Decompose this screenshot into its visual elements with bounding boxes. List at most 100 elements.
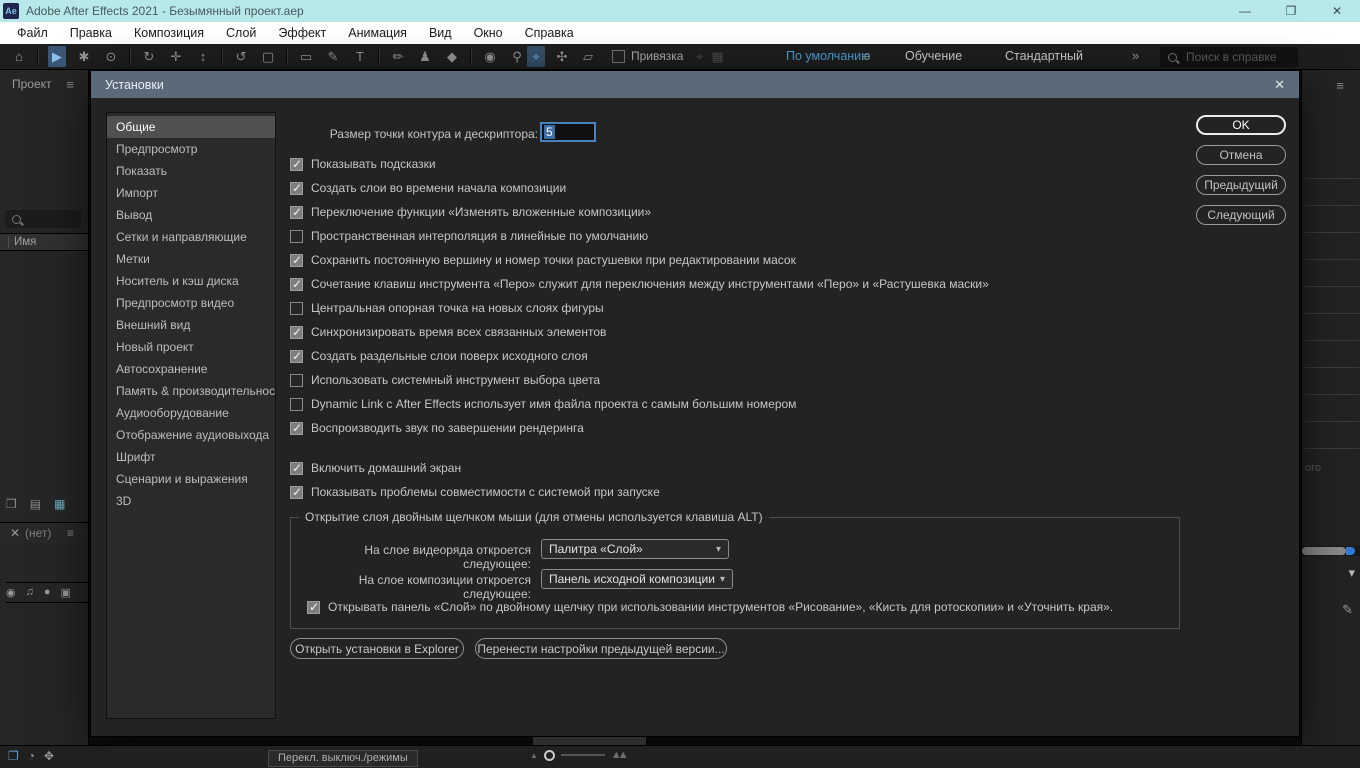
timeline-zoom-control[interactable]: ▲ ▲▲ (530, 749, 625, 761)
roto-brush-tool-icon[interactable]: ◉ (481, 46, 499, 67)
menu-item[interactable]: Справка (514, 26, 585, 40)
option-row[interactable]: Центральная опорная точка на новых слоях… (290, 300, 989, 316)
comp-marker-icon[interactable]: ▾ (1348, 565, 1355, 581)
help-search-input[interactable] (1184, 49, 1288, 65)
menu-item[interactable]: Анимация (337, 26, 418, 40)
footage-layer-select[interactable]: Палитра «Слой» ▾ (541, 539, 729, 559)
type-tool-icon[interactable]: T (351, 46, 369, 67)
checkbox[interactable] (290, 486, 303, 499)
checkbox[interactable] (290, 158, 303, 171)
option-row[interactable]: Сочетание клавиш инструмента «Перо» служ… (290, 276, 989, 292)
category-item[interactable]: Отображение аудиовыхода (107, 424, 275, 446)
eraser-tool-icon[interactable]: ◆ (443, 46, 461, 67)
tool-button[interactable] (129, 49, 131, 65)
category-item[interactable]: Предпросмотр видео (107, 292, 275, 314)
project-depth-icon[interactable]: ❒ (6, 497, 17, 511)
workspace-overflow-icon[interactable]: » (1132, 48, 1137, 63)
audio-icon[interactable]: ♫ (26, 586, 34, 599)
panel-menu-icon[interactable]: ≡ (1336, 78, 1344, 93)
checkbox[interactable] (290, 374, 303, 387)
checkbox[interactable] (290, 398, 303, 411)
open-prefs-in-explorer-button[interactable]: Открыть установки в Explorer (290, 638, 464, 659)
option-row[interactable]: Показывать подсказки (290, 156, 989, 172)
project-panel-tab[interactable]: Проект (12, 77, 52, 91)
category-item[interactable]: Показать (107, 160, 275, 182)
pan-behind-tool-icon[interactable]: ✛ (167, 46, 185, 67)
eye-icon[interactable]: ◉ (6, 586, 16, 599)
category-item[interactable]: Вывод (107, 204, 275, 226)
new-composition-icon[interactable]: ▦ (54, 497, 65, 511)
home-icon[interactable]: ⌂ (10, 46, 28, 67)
region-of-interest-tool-icon[interactable]: ▢ (259, 46, 277, 67)
workspace-tab-standard[interactable]: Стандартный (1005, 49, 1083, 63)
option-row[interactable]: Переключение функции «Изменять вложенные… (290, 204, 989, 220)
solo-icon[interactable]: ● (44, 586, 51, 599)
lock-icon[interactable]: ▣ (61, 586, 71, 599)
checkbox[interactable] (290, 206, 303, 219)
frame-blending-icon[interactable]: ❐ (8, 749, 19, 763)
panel-menu-icon[interactable]: ≡ (66, 77, 74, 92)
menu-item[interactable]: Файл (6, 26, 59, 40)
workspace-tab-default[interactable]: По умолчанию (786, 49, 871, 63)
zoom-in-icon[interactable]: ▲▲ (611, 749, 625, 761)
category-item[interactable]: Аудиооборудование (107, 402, 275, 424)
project-search-box[interactable] (5, 210, 81, 228)
tool-button[interactable] (37, 49, 39, 65)
option-row[interactable]: Воспроизводить звук по завершении рендер… (290, 420, 989, 436)
zoom-out-icon[interactable]: ▲ (530, 751, 538, 760)
checkbox[interactable] (290, 230, 303, 243)
category-item[interactable]: 3D (107, 490, 275, 512)
ok-button[interactable]: OK (1196, 115, 1286, 135)
scrollbar-thumb[interactable] (1302, 547, 1346, 555)
checkbox[interactable] (290, 302, 303, 315)
checkbox[interactable] (290, 182, 303, 195)
pen-tool-icon[interactable]: ✎ (324, 46, 342, 67)
graph-editor-icon[interactable]: ✎ (1342, 602, 1353, 618)
category-item[interactable]: Внешний вид (107, 314, 275, 336)
snap-checkbox[interactable] (612, 50, 625, 63)
mask-visibility-icon[interactable]: ⌖ (696, 46, 703, 67)
checkbox[interactable] (290, 350, 303, 363)
option-row[interactable]: Dynamic Link с After Effects использует … (290, 396, 989, 412)
menu-item[interactable]: Правка (59, 26, 123, 40)
category-item[interactable]: Сценарии и выражения (107, 468, 275, 490)
close-button[interactable]: ✕ (1314, 0, 1360, 22)
option-row[interactable]: Показывать проблемы совместимости с сист… (290, 484, 989, 500)
option-row[interactable]: Использовать системный инструмент выбора… (290, 372, 989, 388)
panel-menu-icon[interactable]: ≡ (67, 523, 74, 543)
option-row[interactable]: Включить домашний экран (290, 460, 989, 476)
menu-item[interactable]: Окно (463, 26, 514, 40)
option-row[interactable]: Пространственная интерполяция в линейные… (290, 228, 989, 244)
menu-item[interactable]: Слой (215, 26, 267, 40)
open-layer-panel-option[interactable]: Открывать панель «Слой» по двойному щелч… (307, 600, 1113, 614)
grid-options-icon[interactable]: ▦ (711, 46, 723, 67)
rotation-tool-icon[interactable]: ↺ (232, 46, 250, 67)
checkbox[interactable] (290, 462, 303, 475)
point-size-input[interactable]: 5 (540, 122, 596, 142)
checkbox[interactable] (307, 601, 320, 614)
hand-tool-icon[interactable]: ✱ (75, 46, 93, 67)
zoom-slider-track[interactable] (561, 754, 605, 756)
menu-item[interactable]: Композиция (123, 26, 215, 40)
category-item[interactable]: Носитель и кэш диска (107, 270, 275, 292)
category-item[interactable]: Память & производительность (107, 380, 275, 402)
puppet-pin-tool-icon[interactable]: ⚲ (508, 46, 526, 67)
dolly-camera-tool-icon[interactable]: ↕ (194, 46, 212, 67)
option-row[interactable]: Сохранить постоянную вершину и номер точ… (290, 252, 989, 268)
local-axis-mode-icon[interactable]: ⌖ (527, 46, 545, 67)
checkbox[interactable] (290, 278, 303, 291)
selection-tool-icon[interactable]: ▶ (48, 46, 66, 67)
clone-stamp-tool-icon[interactable]: ♟ (416, 46, 434, 67)
menu-item[interactable]: Вид (418, 26, 463, 40)
category-item[interactable]: Автосохранение (107, 358, 275, 380)
dialog-close-icon[interactable]: ✕ (1274, 77, 1285, 93)
menu-item[interactable]: Эффект (267, 26, 337, 40)
category-item[interactable]: Сетки и направляющие (107, 226, 275, 248)
help-search-box[interactable] (1160, 47, 1298, 67)
category-item[interactable]: Метки (107, 248, 275, 270)
workspace-menu-icon[interactable]: ≡ (862, 49, 870, 64)
checkbox[interactable] (290, 422, 303, 435)
option-row[interactable]: Синхронизировать время всех связанных эл… (290, 324, 989, 340)
tool-button[interactable] (470, 49, 472, 65)
checkbox[interactable] (290, 326, 303, 339)
